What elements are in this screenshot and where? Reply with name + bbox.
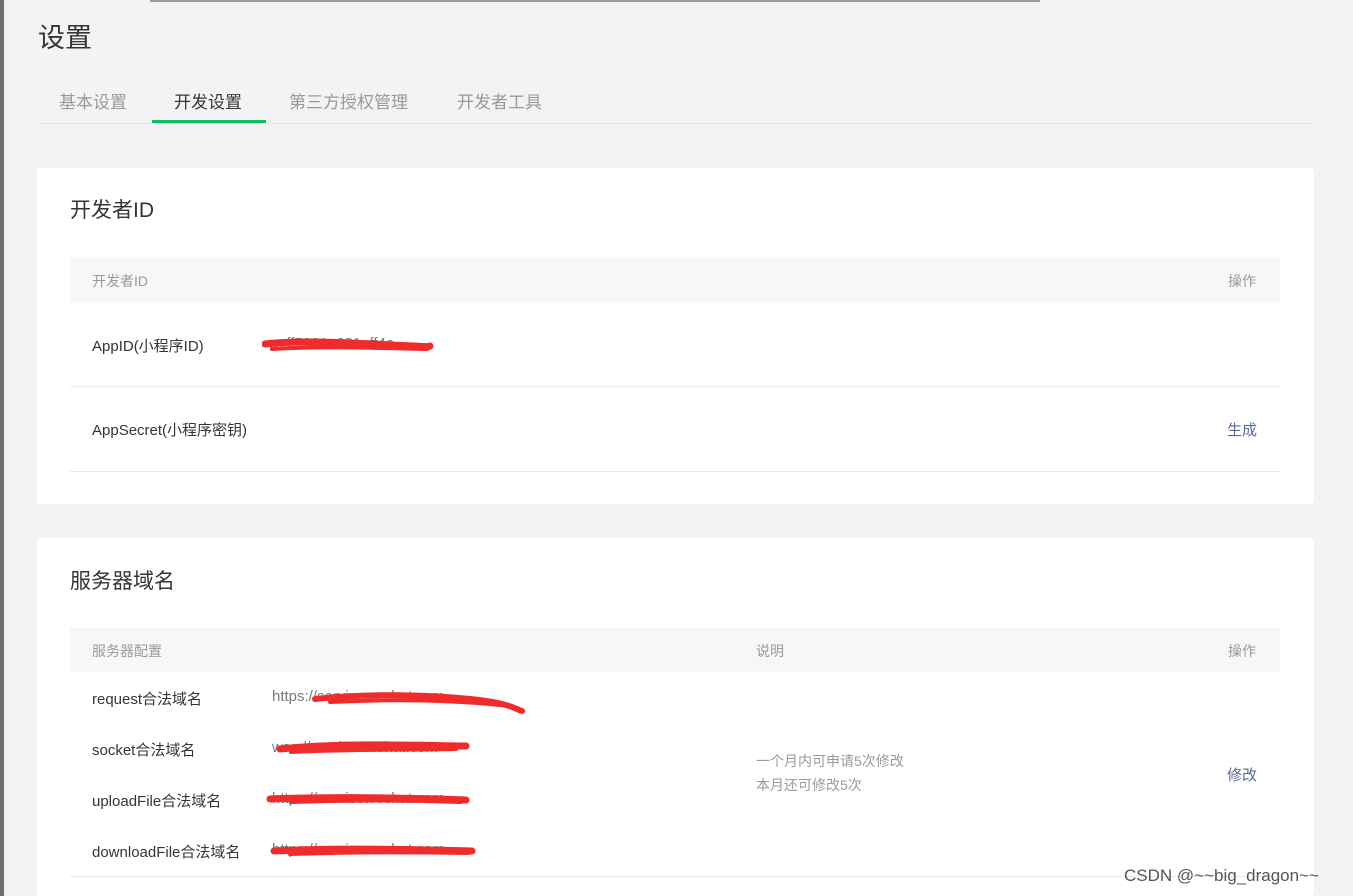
generate-secret-link[interactable]: 生成 [1227, 419, 1257, 440]
socket-domain-redaction-mark [276, 741, 470, 754]
developer-id-card: 开发者ID 开发者ID 操作 AppID(小程序ID) wxff7331e681… [37, 168, 1314, 504]
developer-id-card-title: 开发者ID [70, 199, 154, 222]
appid-redaction-mark [262, 338, 434, 351]
request-domain-label: request合法域名 [92, 691, 203, 708]
header-action: 操作 [1228, 273, 1256, 289]
header-server-config: 服务器配置 [92, 643, 162, 659]
uploadfile-domain-label: uploadFile合法域名 [92, 793, 222, 810]
csdn-watermark: CSDN @~~big_dragon~~ [1124, 866, 1319, 885]
page-title: 设置 [38, 23, 92, 53]
modify-domains-link[interactable]: 修改 [1227, 764, 1257, 785]
header-description: 说明 [756, 643, 784, 659]
modification-note-line-1: 一个月内可申请5次修改 [756, 753, 904, 769]
appid-row: AppID(小程序ID) wxff7331e681eff4a [70, 302, 1280, 387]
window-top-edge [150, 0, 1040, 2]
server-domain-card-title: 服务器域名 [70, 570, 175, 593]
tab-third-party-authorization[interactable]: 第三方授权管理 [289, 88, 408, 113]
downloadfile-domain-redaction-mark [270, 845, 476, 856]
downloadfile-domain-label: downloadFile合法域名 [92, 844, 241, 861]
header-developer-id: 开发者ID [92, 273, 148, 289]
settings-tabs: 基本设置 开发设置 第三方授权管理 开发者工具 [37, 78, 1314, 124]
window-left-edge [0, 0, 4, 896]
appsecret-row: AppSecret(小程序密钥) 生成 [70, 386, 1280, 472]
uploadfile-domain-redaction-mark [266, 794, 470, 804]
appid-label: AppID(小程序ID) [92, 338, 204, 355]
server-domain-table-header: 服务器配置 说明 操作 [70, 628, 1280, 672]
tab-basic-settings[interactable]: 基本设置 [59, 88, 127, 113]
appsecret-label: AppSecret(小程序密钥) [92, 422, 248, 439]
developer-id-table-header: 开发者ID 操作 [70, 258, 1280, 302]
tab-development-settings[interactable]: 开发设置 [174, 88, 242, 113]
modification-note-line-2: 本月还可修改5次 [756, 777, 862, 793]
server-domain-row: request合法域名 https://servicewechat.com so… [70, 672, 1280, 877]
server-domain-card: 服务器域名 服务器配置 说明 操作 request合法域名 https://se… [37, 538, 1314, 896]
socket-domain-label: socket合法域名 [92, 742, 196, 759]
tab-developer-tools[interactable]: 开发者工具 [457, 88, 542, 113]
header-action: 操作 [1228, 643, 1256, 659]
active-tab-indicator [152, 120, 266, 123]
request-domain-redaction-mark [312, 692, 525, 714]
